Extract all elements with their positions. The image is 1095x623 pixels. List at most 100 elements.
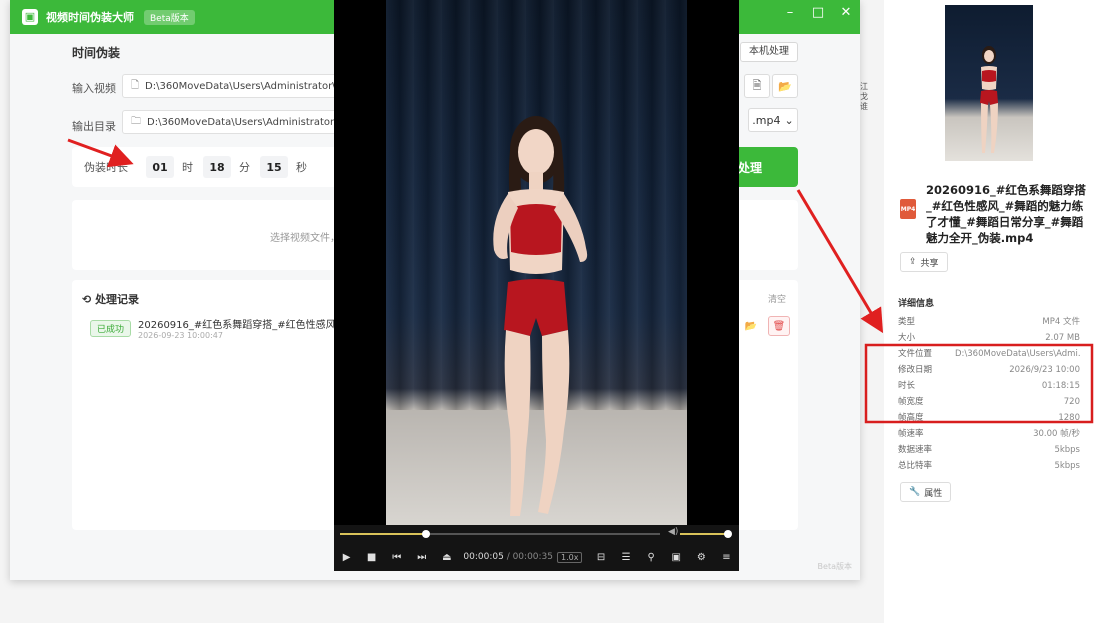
maximize-icon[interactable]: □ <box>804 0 832 24</box>
input-video-label: 输入视频 <box>72 82 116 95</box>
volume-slider[interactable] <box>680 533 728 535</box>
chevron-down-icon: ⌄ <box>784 113 794 127</box>
duration-label: 伪装时长 <box>84 161 128 174</box>
share-label: 共享 <box>920 258 939 269</box>
document-icon: 🗎 <box>752 78 762 92</box>
format-select[interactable]: .mp4 ⌄ <box>748 108 798 132</box>
output-dir-field[interactable]: 🗀 D:\360MoveData\Users\Administrator\Des… <box>122 110 342 134</box>
edge-text: 江戈谁 <box>860 82 868 111</box>
detail-row: 类型 MP4 文件 <box>898 316 1080 328</box>
open-folder-button[interactable]: 📂 <box>740 316 762 336</box>
detail-row: 大小 2.07 MB <box>898 332 1080 344</box>
detail-value: MP4 文件 <box>1042 317 1080 327</box>
folder-icon: 📂 <box>744 320 758 332</box>
detail-value: 30.00 帧/秒 <box>1033 429 1080 439</box>
records-title: ⟲ 处理记录 <box>82 291 139 307</box>
records-clear-button[interactable]: 清空 <box>768 292 786 305</box>
browse-folder-button[interactable]: 📂 <box>772 74 798 98</box>
duration-hours-input[interactable]: 01 <box>146 156 174 178</box>
video-player: ◀) ▶ ■ ⏮ ⏭ ⏏ 00:00:05 / 00:00:35 1.0x ⊟ … <box>334 0 739 571</box>
volume-icon[interactable]: ◀) <box>668 527 678 537</box>
playlist-icon[interactable]: ☰ <box>614 547 639 567</box>
seconds-unit: 秒 <box>296 161 307 174</box>
detail-key: 类型 <box>898 317 916 327</box>
window-controls: – □ ✕ <box>776 0 860 34</box>
hours-unit: 时 <box>182 161 193 174</box>
progress-bar[interactable] <box>340 530 660 538</box>
trash-icon: 🗑 <box>772 320 786 332</box>
duration-seconds-input[interactable]: 15 <box>260 156 288 178</box>
duration-minutes-input[interactable]: 18 <box>203 156 231 178</box>
properties-label: 属性 <box>924 488 943 499</box>
dancer-figure <box>493 116 588 516</box>
record-name: 20260916_#红色系舞蹈穿搭_#红色性感风_#舞蹈 <box>138 320 338 331</box>
speed-badge[interactable]: 1.0x <box>557 551 583 563</box>
video-thumbnail[interactable] <box>945 5 1033 161</box>
detail-key: 文件位置 <box>898 349 933 359</box>
detail-value: 2026/9/23 10:00 <box>1009 365 1080 375</box>
detail-key: 总比特率 <box>898 461 933 471</box>
format-value: .mp4 <box>752 113 781 127</box>
volume-handle[interactable] <box>724 530 732 538</box>
detail-value: 2.07 MB <box>1045 333 1080 343</box>
input-video-field[interactable]: 🗋 D:\360MoveData\Users\Administrator\Des… <box>122 74 342 98</box>
open-file-button[interactable]: 🗎 <box>744 74 770 98</box>
file-name: 20260916_#红色系舞蹈穿搭_#红色性感风_#舞蹈的魅力练了才懂_#舞蹈日… <box>926 183 1086 245</box>
detail-value: 5kbps <box>1054 445 1080 455</box>
zoom-icon[interactable]: ⚲ <box>639 547 664 567</box>
detail-row: 时长 01:18:15 <box>898 380 1080 392</box>
settings-icon[interactable]: ⚙ <box>689 547 714 567</box>
next-icon[interactable]: ⏭ <box>409 547 434 567</box>
wrench-icon: 🔧 <box>909 487 921 497</box>
app-logo-icon: ▣ <box>22 9 38 25</box>
detail-key: 帧速率 <box>898 429 924 439</box>
detail-row: 数据速率 5kbps <box>898 444 1080 456</box>
minimize-icon[interactable]: – <box>776 0 804 24</box>
properties-panel: MP4 20260916_#红色系舞蹈穿搭_#红色性感风_#舞蹈的魅力练了才懂_… <box>884 0 1095 623</box>
file-icon: 🗋 <box>131 79 140 91</box>
detail-row: 帧高度 1280 <box>898 412 1080 424</box>
stop-icon[interactable]: ■ <box>359 547 384 567</box>
menu-icon[interactable]: ≡ <box>714 547 739 567</box>
detail-value: 1280 <box>1058 413 1080 423</box>
detail-row: 帧速率 30.00 帧/秒 <box>898 428 1080 440</box>
share-icon: ⇪ <box>909 257 917 267</box>
play-icon[interactable]: ▶ <box>334 547 359 567</box>
eject-icon[interactable]: ⏏ <box>434 547 459 567</box>
player-controls: ◀) ▶ ■ ⏮ ⏭ ⏏ 00:00:05 / 00:00:35 1.0x ⊟ … <box>334 525 739 571</box>
record-time: 2026-09-23 10:00:47 <box>138 331 223 340</box>
close-icon[interactable]: ✕ <box>832 0 860 24</box>
detail-key: 时长 <box>898 381 916 391</box>
folder-outline-icon: 🗀 <box>131 115 141 127</box>
output-dir-label: 输出目录 <box>72 120 116 133</box>
version-badge: Beta版本 <box>144 9 195 25</box>
share-button[interactable]: ⇪ 共享 <box>900 252 948 272</box>
total-time: / 00:00:35 <box>506 552 554 562</box>
current-time: 00:00:05 <box>463 552 504 562</box>
mp4-file-icon: MP4 <box>900 199 916 219</box>
time-readout: 00:00:05 / 00:00:35 <box>463 552 553 562</box>
records-title-text: 处理记录 <box>95 293 140 306</box>
status-badge: 已成功 <box>90 320 132 337</box>
video-frame[interactable] <box>386 0 687 525</box>
control-buttons: ▶ ■ ⏮ ⏭ ⏏ 00:00:05 / 00:00:35 1.0x ⊟ ☰ ⚲… <box>334 547 739 567</box>
detail-value: 720 <box>1063 397 1080 407</box>
detail-key: 大小 <box>898 333 916 343</box>
thumbnail-figure <box>980 46 998 153</box>
subtitle-icon[interactable]: ⊟ <box>588 547 613 567</box>
duration-box: 伪装时长 01 时 18 分 15 秒 <box>72 147 342 187</box>
previous-icon[interactable]: ⏮ <box>384 547 409 567</box>
section-title: 时间伪装 <box>72 46 121 60</box>
properties-button[interactable]: 🔧 属性 <box>900 482 952 502</box>
detail-key: 帧高度 <box>898 413 924 423</box>
progress-handle[interactable] <box>422 530 431 538</box>
input-video-path: D:\360MoveData\Users\Administrator\Deskt… <box>145 80 342 92</box>
detail-row: 文件位置 D:\360MoveData\Users\Admi... <box>898 348 1080 360</box>
detail-row: 总比特率 5kbps <box>898 460 1080 472</box>
local-process-button[interactable]: 本机处理 <box>740 42 798 62</box>
detail-value: D:\360MoveData\Users\Admi... <box>955 349 1080 359</box>
snapshot-icon[interactable]: ▣ <box>664 547 689 567</box>
delete-record-button[interactable]: 🗑 <box>768 316 790 336</box>
detail-row: 修改日期 2026/9/23 10:00 <box>898 364 1080 376</box>
detail-key: 帧宽度 <box>898 397 924 407</box>
